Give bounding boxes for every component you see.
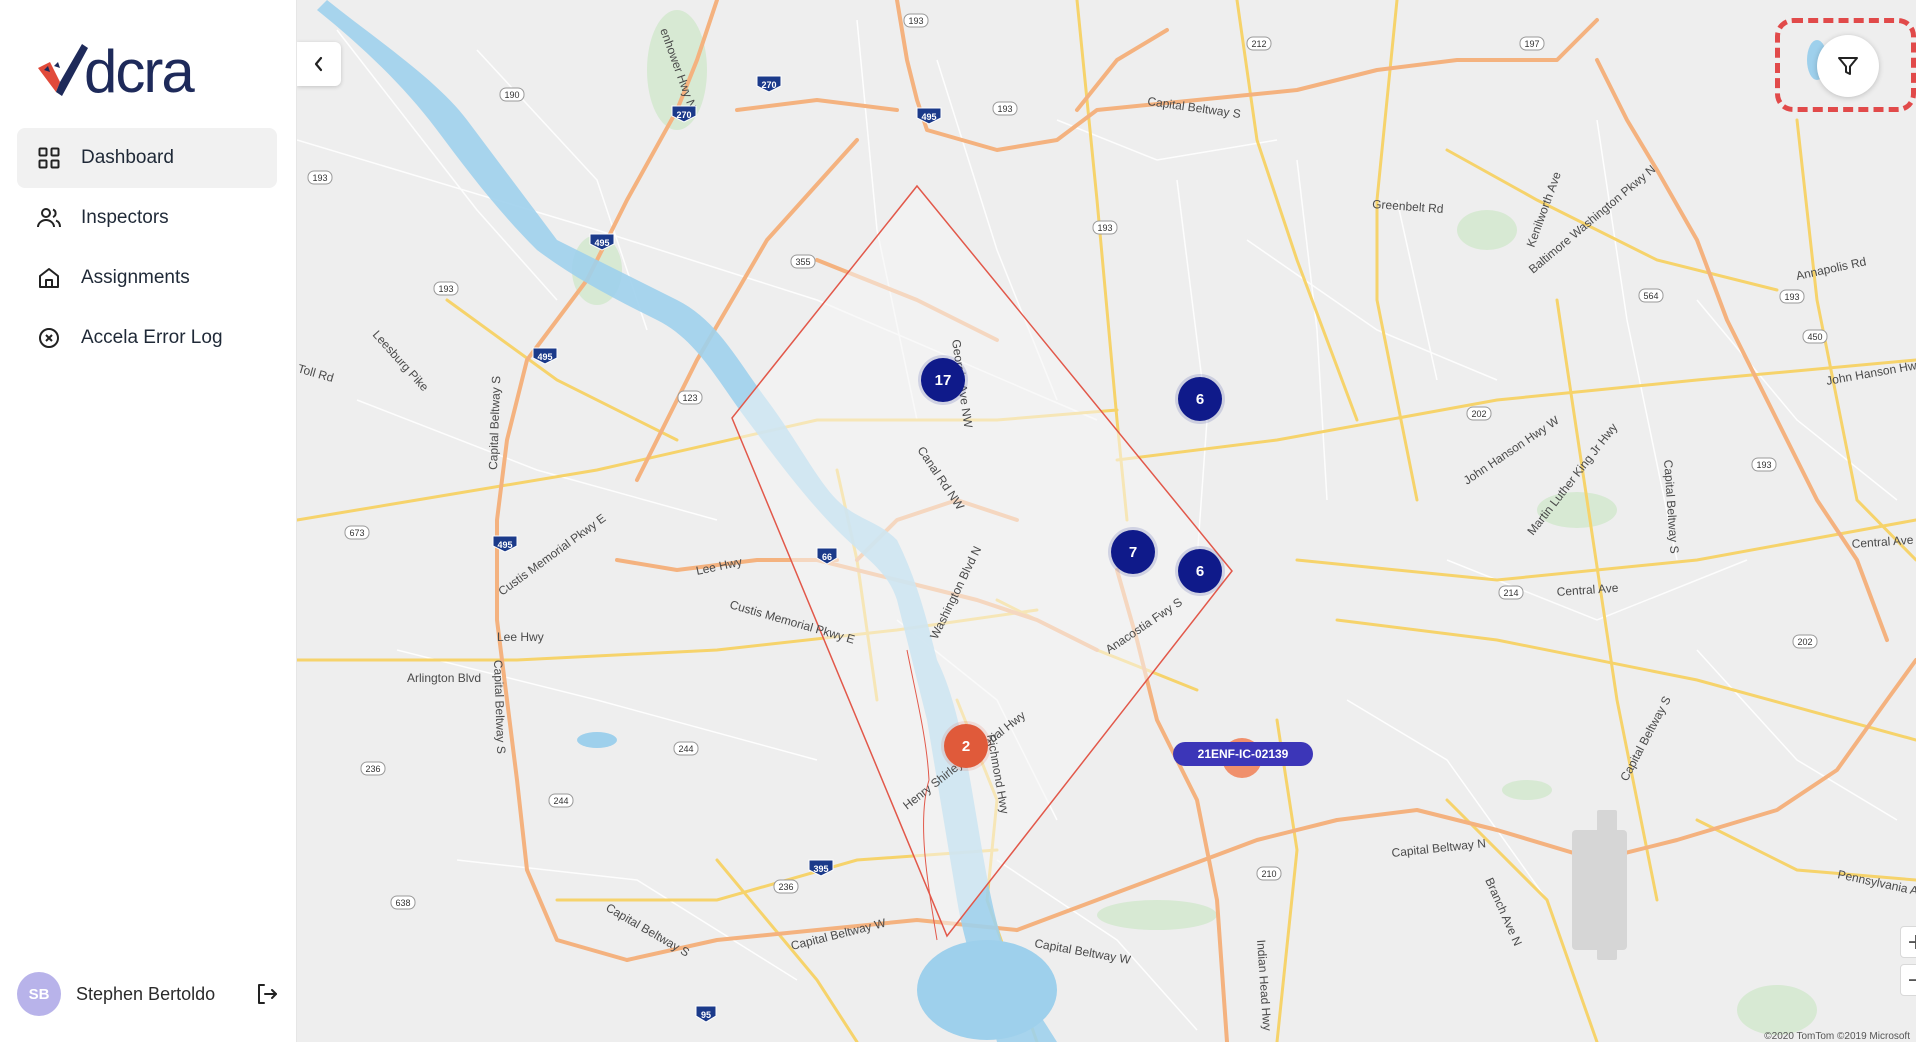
svg-text:270: 270 <box>761 80 776 90</box>
home-icon <box>37 266 61 290</box>
svg-text:236: 236 <box>365 764 380 774</box>
svg-text:638: 638 <box>395 898 410 908</box>
sidebar-item-accela-error-log[interactable]: Accela Error Log <box>17 308 277 368</box>
app-root: dcra Dashboard Inspectors Assignments Ac… <box>0 0 1916 1042</box>
road-label: Arlington Blvd <box>407 671 481 685</box>
svg-text:66: 66 <box>822 552 832 562</box>
logo-checkmark-icon <box>38 44 88 96</box>
sidebar-item-inspectors[interactable]: Inspectors <box>17 188 277 248</box>
map-cluster-marker[interactable]: 17 <box>921 358 965 402</box>
chevron-left-icon <box>314 56 323 72</box>
sidebar-item-assignments[interactable]: Assignments <box>17 248 277 308</box>
dcra-logo[interactable]: dcra <box>36 36 195 105</box>
svg-text:564: 564 <box>1643 291 1658 301</box>
svg-text:202: 202 <box>1471 409 1486 419</box>
svg-text:495: 495 <box>497 540 512 550</box>
sidebar-item-label: Assignments <box>81 267 190 288</box>
svg-text:123: 123 <box>682 393 697 403</box>
zoom-out-button[interactable]: − <box>1900 964 1916 996</box>
zoom-controls: + − <box>1900 926 1916 998</box>
svg-text:193: 193 <box>438 284 453 294</box>
svg-text:202: 202 <box>1797 637 1812 647</box>
svg-text:197: 197 <box>1524 39 1539 49</box>
svg-text:495: 495 <box>594 238 609 248</box>
sidebar-item-label: Accela Error Log <box>81 327 223 348</box>
svg-text:236: 236 <box>778 882 793 892</box>
svg-text:95: 95 <box>701 1010 711 1020</box>
road-label: Lee Hwy <box>497 630 544 644</box>
map-cluster-marker[interactable]: 2 <box>944 724 988 768</box>
logo-text: dcra <box>84 38 195 105</box>
filter-icon <box>1838 57 1858 75</box>
map-cluster-marker[interactable]: 6 <box>1178 549 1222 593</box>
svg-text:193: 193 <box>312 173 327 183</box>
sidebar-nav: Dashboard Inspectors Assignments Accela … <box>17 128 277 368</box>
sidebar-item-label: Inspectors <box>81 207 169 228</box>
map-cluster-marker[interactable]: 6 <box>1178 377 1222 421</box>
svg-text:193: 193 <box>1756 460 1771 470</box>
logout-icon[interactable] <box>255 982 279 1006</box>
svg-text:193: 193 <box>1097 223 1112 233</box>
avatar[interactable]: SB <box>17 972 61 1016</box>
map-attribution: ©2020 TomTom ©2019 Microsoft <box>1764 1031 1910 1042</box>
user-name: Stephen Bertoldo <box>76 983 216 1004</box>
map-canvas[interactable]: Capital Beltway S Greenbelt Rd Annapolis… <box>297 0 1916 1042</box>
sidebar-item-label: Dashboard <box>81 147 174 168</box>
sidebar-item-dashboard[interactable]: Dashboard <box>17 128 277 188</box>
svg-text:212: 212 <box>1251 39 1266 49</box>
x-circle-icon <box>37 326 61 350</box>
user-profile: SB Stephen Bertoldo <box>17 972 279 1016</box>
svg-text:495: 495 <box>921 112 936 122</box>
grid-icon <box>37 146 61 170</box>
svg-text:495: 495 <box>537 352 552 362</box>
svg-text:193: 193 <box>908 16 923 26</box>
svg-text:210: 210 <box>1261 869 1276 879</box>
svg-text:450: 450 <box>1807 332 1822 342</box>
map-cluster-marker[interactable]: 7 <box>1111 530 1155 574</box>
svg-text:673: 673 <box>349 528 364 538</box>
svg-text:244: 244 <box>553 796 568 806</box>
svg-text:270: 270 <box>676 110 691 120</box>
zoom-in-button[interactable]: + <box>1900 926 1916 958</box>
svg-text:193: 193 <box>997 104 1012 114</box>
case-id-tag[interactable]: 21ENF-IC-02139 <box>1173 742 1313 766</box>
svg-text:244: 244 <box>678 744 693 754</box>
svg-text:214: 214 <box>1503 588 1518 598</box>
svg-text:190: 190 <box>504 90 519 100</box>
svg-text:355: 355 <box>795 257 810 267</box>
collapse-sidebar-button[interactable] <box>297 42 341 86</box>
users-icon <box>37 206 61 230</box>
filter-button[interactable] <box>1817 35 1879 97</box>
map-view[interactable]: Capital Beltway S Greenbelt Rd Annapolis… <box>297 0 1916 1042</box>
sidebar: dcra Dashboard Inspectors Assignments Ac… <box>0 0 297 1042</box>
svg-text:193: 193 <box>1784 292 1799 302</box>
svg-text:395: 395 <box>813 864 828 874</box>
